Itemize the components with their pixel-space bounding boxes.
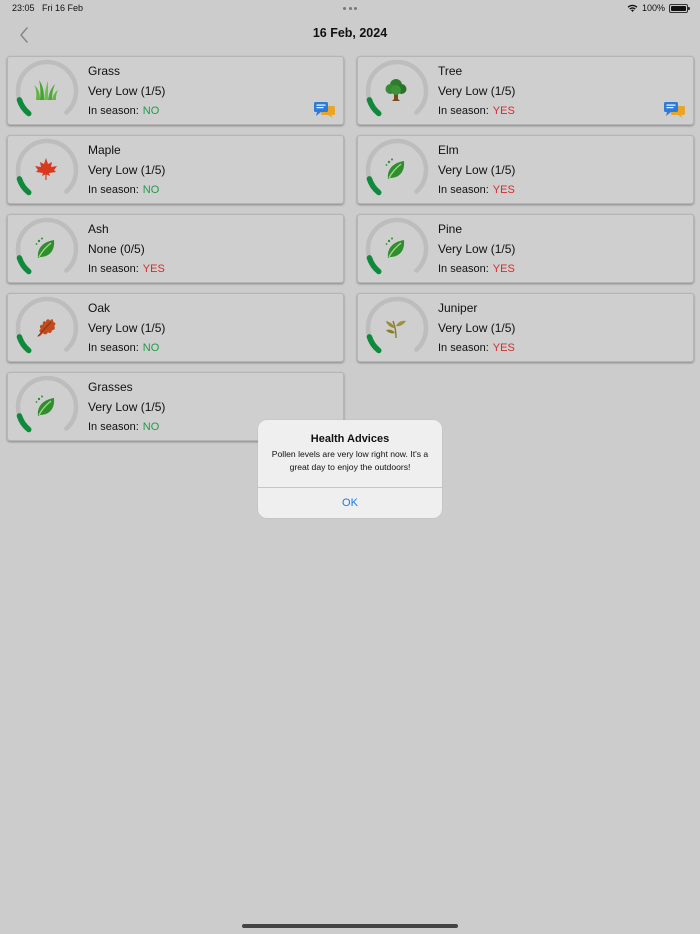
oak-leaf-icon [33,314,59,340]
pollen-card-oak[interactable]: Oak Very Low (1/5) In season: NO [7,293,344,362]
health-advice-alert: Health Advices Pollen levels are very lo… [258,420,442,518]
in-season-value: YES [492,105,515,117]
pollen-card-tree[interactable]: Tree Very Low (1/5) In season: YES [357,56,694,125]
status-bar: 23:05 Fri 16 Feb 100% [0,0,700,18]
pollen-card-elm[interactable]: Elm Very Low (1/5) In season: YES [357,135,694,204]
page-title: 16 Feb, 2024 [312,26,388,40]
pollen-name: Grass [88,64,121,78]
pollen-name: Maple [88,143,121,157]
gauge-fill [16,176,32,196]
status-indicators: 100% [627,3,690,13]
status-date: Fri 16 Feb [42,3,84,13]
pollen-card-grass[interactable]: Grass Very Low (1/5) In season: NO [7,56,344,125]
leaf-icon [383,156,409,182]
home-indicator[interactable] [242,924,458,928]
chat-bubbles-icon[interactable] [313,101,336,118]
pollen-level: Very Low (1/5) [88,400,166,414]
status-time: 23:05 [12,3,35,13]
battery-percentage: 100% [641,3,665,13]
in-season-label: In season: [88,184,139,196]
pollen-name: Ash [88,222,109,236]
in-season-label: In season: [88,421,139,433]
gauge-fill [16,97,32,117]
in-season-value: YES [142,263,165,275]
in-season-value: YES [492,342,515,354]
in-season-value: NO [142,342,160,354]
gauge-fill [16,334,32,354]
in-season-label: In season: [438,263,489,275]
pollen-name: Grasses [88,380,133,394]
in-season-row: In season: NO [88,184,159,196]
in-season-value: YES [492,263,515,275]
pollen-level: Very Low (1/5) [438,163,516,177]
maple-leaf-icon [33,156,59,182]
grass-icon [33,77,59,103]
in-season-label: In season: [88,105,139,117]
leaf-icon [383,235,409,261]
in-season-row: In season: YES [438,105,515,117]
in-season-label: In season: [438,184,489,196]
leaf-icon [33,393,59,419]
tree-icon [383,77,409,103]
battery-icon [669,3,690,13]
in-season-row: In season: NO [88,421,159,433]
wifi-icon [627,4,638,12]
pollen-card-juniper[interactable]: Juniper Very Low (1/5) In season: YES [357,293,694,362]
alert-title: Health Advices [310,433,390,445]
status-time-date: 23:05 Fri 16 Feb [12,3,88,13]
pollen-name: Juniper [438,301,478,315]
gauge-fill [366,97,382,117]
in-season-row: In season: YES [88,263,165,275]
juniper-icon [383,314,409,340]
pollen-card-pine[interactable]: Pine Very Low (1/5) In season: YES [357,214,694,283]
pollen-level: Very Low (1/5) [88,321,166,335]
pollen-card-grid: Grass Very Low (1/5) In season: NO Tree V… [7,56,694,441]
in-season-label: In season: [438,342,489,354]
pollen-name: Elm [438,143,459,157]
pollen-name: Oak [88,301,111,315]
pollen-level: Very Low (1/5) [438,242,516,256]
chat-bubbles-icon[interactable] [663,101,686,118]
gauge-fill [366,334,382,354]
navigation-bar: 16 Feb, 2024 [0,18,700,50]
pollen-name: Tree [438,64,463,78]
pollen-level: Very Low (1/5) [438,321,516,335]
in-season-row: In season: YES [438,342,515,354]
alert-ok-button[interactable]: OK [258,488,442,518]
pollen-card-maple[interactable]: Maple Very Low (1/5) In season: NO [7,135,344,204]
in-season-row: In season: NO [88,342,159,354]
gauge-fill [16,255,32,275]
pollen-card-ash[interactable]: Ash None (0/5) In season: YES [7,214,344,283]
pollen-level: Very Low (1/5) [438,84,516,98]
pollen-name: Pine [438,222,463,236]
in-season-row: In season: NO [88,105,159,117]
gauge-fill [16,413,32,433]
in-season-row: In season: YES [438,184,515,196]
in-season-label: In season: [438,105,489,117]
in-season-value: NO [142,184,160,196]
pollen-level: Very Low (1/5) [88,84,166,98]
in-season-row: In season: YES [438,263,515,275]
pollen-level: Very Low (1/5) [88,163,166,177]
pollen-level: None (0/5) [88,242,145,256]
in-season-label: In season: [88,342,139,354]
in-season-value: YES [492,184,515,196]
leaf-icon [33,235,59,261]
gauge-fill [366,176,382,196]
gauge-fill [366,255,382,275]
multitasking-dots-icon[interactable] [343,7,357,10]
alert-message: Pollen levels are very low right now. It… [271,449,429,472]
in-season-label: In season: [88,263,139,275]
in-season-value: NO [142,421,160,433]
in-season-value: NO [142,105,160,117]
